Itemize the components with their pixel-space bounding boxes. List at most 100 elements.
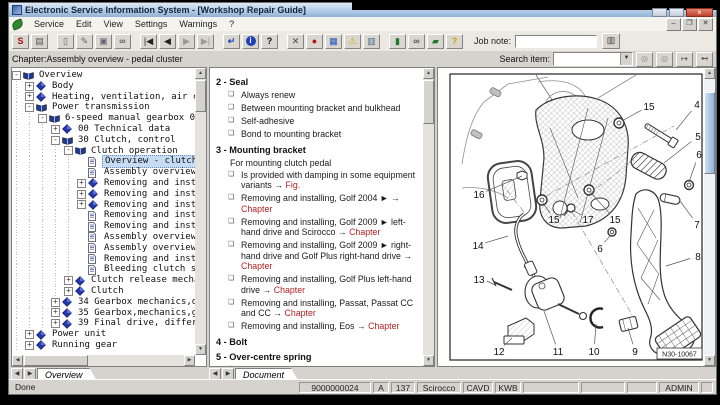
tree-item-label[interactable]: Assembly overview - hyd [102,243,195,254]
close-button[interactable] [686,8,713,17]
search-item-combobox[interactable]: ▼ [553,52,633,66]
tree-item[interactable]: +00 Technical data [12,124,195,135]
expand-icon[interactable]: + [77,200,86,209]
help-icon[interactable]: ? [261,34,278,49]
menu-settings[interactable]: Settings [129,19,174,29]
assistant-icon[interactable]: ? [446,34,463,49]
tree-item[interactable]: + Running gear [12,340,195,351]
collapse-icon[interactable]: - [51,136,60,145]
cross-reference-link[interactable]: Chapter [285,308,316,318]
mdi-restore-button[interactable]: ❐ [682,18,697,31]
collapse-icon[interactable]: - [12,71,21,80]
tree-item[interactable]: + Removing and installing [12,200,195,211]
mdi-close-button[interactable]: ✕ [698,18,713,31]
scroll-right-icon[interactable]: ▶ [184,355,195,366]
car-icon[interactable]: ∞ [408,34,425,49]
tree-item-label[interactable]: Removing and installing [102,189,195,200]
tree-item-label[interactable]: Removing and installing [102,200,195,211]
tree-item-label[interactable]: 6-speed manual gearbox 02S [63,113,195,124]
tools-icon[interactable]: ✕ [287,34,304,49]
maximize-button[interactable] [669,8,684,17]
tree-item[interactable]: + Clutch release mechanism [12,275,195,286]
nav-next-icon[interactable]: ▶ [178,34,195,49]
tree-item-label[interactable]: 35 Gearbox,mechanics,gears, [76,308,195,319]
chevron-down-icon[interactable]: ▼ [620,53,632,65]
tree-item-label[interactable]: Bleeding clutch system [102,264,195,275]
screen-icon[interactable]: ▦ [325,34,342,49]
storage-icon[interactable]: ▥ [363,34,380,49]
tree-item-label[interactable]: Removing and installing [102,254,195,265]
tree-item[interactable]: -Assembly overview - hyd [12,232,195,243]
tree-item[interactable]: - 6-speed manual gearbox 02S [12,113,195,124]
print-icon[interactable]: ▤ [31,34,48,49]
tree-item[interactable]: + Body [12,81,195,92]
menu-warnings[interactable]: Warnings [173,19,223,29]
tree-vertical-scrollbar[interactable]: ▲ ▼ [195,68,206,355]
figure-vertical-scrollbar[interactable]: ▲ ▼ [704,68,715,366]
expand-icon[interactable]: + [51,298,60,307]
scroll-down-icon[interactable]: ▼ [195,344,206,355]
exit-icon[interactable]: S [12,34,29,49]
tree-item[interactable]: -Removing and installing [12,221,195,232]
tree-item-label[interactable]: Assembly overview - ped [102,167,195,178]
menu-edit[interactable]: Edit [70,19,98,29]
expand-icon[interactable]: + [64,287,73,296]
tree-item-label[interactable]: Body [50,81,76,92]
cross-reference-link[interactable]: Chapter [274,285,305,295]
tree-item-label[interactable]: 30 Clutch, control [76,135,178,146]
tree-item-label[interactable]: Removing and installing [102,210,195,221]
find-next-button[interactable]: ◎ [636,52,653,67]
tree-item[interactable]: - Overview [12,70,195,81]
tree-item[interactable]: -Assembly overview - ped [12,167,195,178]
expand-icon[interactable]: + [25,82,34,91]
tree-item-label[interactable]: Clutch release mechanism [89,275,195,286]
expand-icon[interactable]: + [64,276,73,285]
tree-item-label[interactable]: Overview [37,70,84,81]
cross-reference-link[interactable]: Chapter [241,261,272,271]
expand-icon[interactable]: + [51,125,60,134]
cross-reference-link[interactable]: Chapter [349,227,380,237]
nav-last-icon[interactable]: ▶| [197,34,214,49]
document-vertical-scrollbar[interactable]: ▲ ▼ [423,68,434,366]
mdi-minimize-button[interactable]: – [666,18,681,31]
scroll-left-icon[interactable]: ◀ [12,355,23,366]
tree-item[interactable]: -Power transmission [12,102,195,113]
scroll-up-icon[interactable]: ▲ [704,68,715,79]
expand-icon[interactable]: + [77,190,86,199]
scroll-up-icon[interactable]: ▲ [195,68,206,79]
tree-hscroll-thumb[interactable] [24,355,88,366]
minimize-button[interactable] [652,8,667,17]
tree-item[interactable]: +35 Gearbox,mechanics,gears, [12,308,195,319]
expand-icon[interactable]: + [77,179,86,188]
tree-item[interactable]: -Removing and installing [12,254,195,265]
tree-item[interactable]: + Removing and installing [12,189,195,200]
menu-service[interactable]: Service [28,19,70,29]
job-note-send-icon[interactable]: ▥ [602,33,620,49]
vehicle-data-icon[interactable]: ∞ [114,34,131,49]
tree-item[interactable]: -Overview - clutch actua [12,156,195,167]
copy-document-icon[interactable]: ▣ [95,34,112,49]
edit-document-icon[interactable]: ✎ [76,34,93,49]
menu-view[interactable]: View [98,19,129,29]
collapse-icon[interactable]: - [64,146,73,155]
tree-item-label[interactable]: Running gear [50,340,119,351]
cross-reference-link[interactable]: Fig. [286,180,301,190]
collapse-icon[interactable]: - [38,114,47,123]
expand-icon[interactable]: + [25,341,34,350]
tree-item-label[interactable]: Heating, ventilation, air condi [50,92,195,103]
scroll-down-icon[interactable]: ▼ [704,355,715,366]
cross-reference-link[interactable]: Chapter [368,321,399,331]
expand-icon[interactable]: + [25,330,34,339]
job-note-input[interactable] [515,35,597,48]
tree-horizontal-scrollbar[interactable]: ◀ ▶ [12,355,195,366]
tree-item[interactable]: - 30 Clutch, control [12,135,195,146]
collapse-icon[interactable]: - [25,103,34,112]
tree-item-label[interactable]: Clutch [89,286,126,297]
figure-vscroll-thumb[interactable] [704,92,715,174]
tree-item[interactable]: -Assembly overview - hyd [12,243,195,254]
tree-item-label[interactable]: Power unit [50,329,108,340]
new-document-icon[interactable]: ▯ [57,34,74,49]
tree-item[interactable]: +Heating, ventilation, air condi [12,92,195,103]
cross-reference-link[interactable]: Chapter [241,204,272,214]
tree-item[interactable]: -Removing and installing [12,210,195,221]
